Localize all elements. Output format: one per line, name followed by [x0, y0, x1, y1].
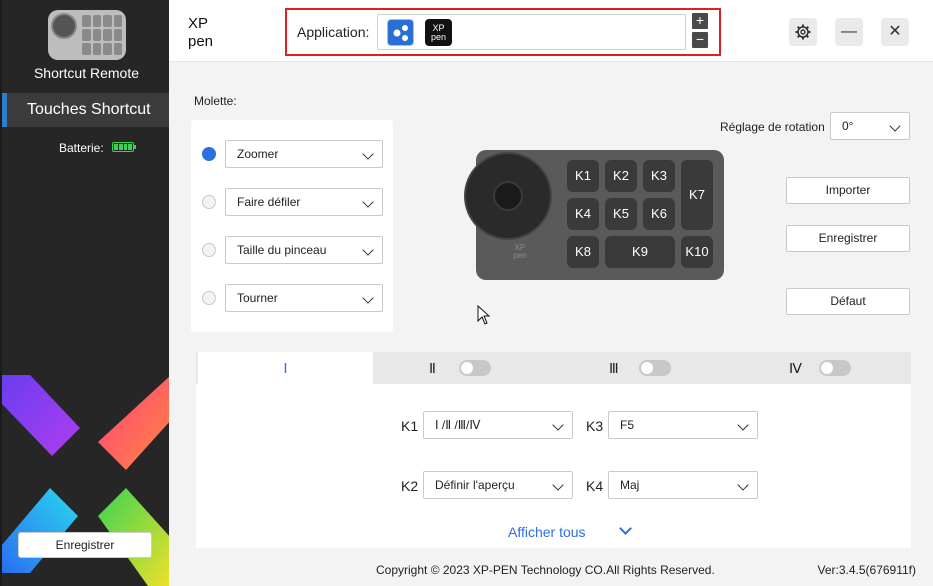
svg-text:pen: pen	[188, 33, 213, 49]
blue-app-icon[interactable]	[387, 19, 414, 46]
select-value: Maj	[620, 478, 640, 492]
chevron-down-icon	[552, 479, 564, 491]
remove-application-button[interactable]: −	[692, 32, 708, 48]
chevron-down-icon	[362, 292, 374, 304]
key-k1-select[interactable]: Ⅰ /Ⅱ /Ⅲ/Ⅳ	[423, 411, 573, 439]
chevron-down-icon	[737, 419, 749, 431]
chevron-down-icon	[889, 120, 901, 132]
device-name: Shortcut Remote	[33, 65, 140, 81]
tab-profile-2[interactable]: Ⅱ	[429, 352, 436, 384]
device-logo: XP pen	[513, 243, 527, 260]
device-illustration: XP pen K1 K2 K3 K4 K5 K6 K7 K8 K9 K10	[464, 150, 724, 280]
rotation-label: Réglage de rotation	[720, 120, 825, 134]
key-label-k4: K4	[586, 478, 604, 494]
svg-text:XP: XP	[188, 15, 208, 32]
wheel-options-panel: Zoomer Faire défiler Taille du pinceau T…	[191, 120, 393, 332]
import-button[interactable]: Importer	[786, 177, 910, 204]
chevron-down-icon	[362, 196, 374, 208]
key-settings-panel: K1 Ⅰ /Ⅱ /Ⅲ/Ⅳ K3 F5 K2 Définir l'aperçu K…	[196, 384, 911, 548]
application-list: XP pen	[377, 14, 686, 50]
battery-icon	[112, 142, 136, 152]
select-value: Taille du pinceau	[237, 243, 327, 257]
device-key-k7[interactable]: K7	[681, 160, 713, 230]
version-text: Ver:3.4.5(676911f)	[817, 563, 916, 577]
wheel-label: Molette:	[194, 94, 237, 108]
wheel-option-select[interactable]: Taille du pinceau	[225, 236, 383, 264]
profile-4-toggle[interactable]	[819, 360, 851, 376]
wheel-option-row: Taille du pinceau	[191, 236, 393, 264]
profile-3-toggle[interactable]	[639, 360, 671, 376]
battery-label: Batterie:	[59, 141, 104, 155]
select-value: Faire défiler	[237, 195, 301, 209]
application-label: Application:	[297, 24, 370, 40]
rotation-select[interactable]: 0°	[830, 112, 910, 140]
wheel-option-row: Zoomer	[191, 140, 393, 168]
tab-profile-1[interactable]: Ⅰ	[198, 352, 373, 384]
tab-profile-4[interactable]: Ⅳ	[789, 352, 802, 384]
profile-tabs: Ⅰ Ⅱ Ⅲ Ⅳ	[196, 352, 911, 384]
sidebar-item-shortcut-keys[interactable]: Touches Shortcut	[2, 93, 169, 127]
device-key-k2[interactable]: K2	[605, 160, 637, 192]
key-label-k1: K1	[401, 418, 419, 434]
xppen-app-icon[interactable]: XP pen	[425, 19, 452, 46]
wheel-option-select[interactable]: Tourner	[225, 284, 383, 312]
wheel-option-select[interactable]: Faire défiler	[225, 188, 383, 216]
chevron-down-icon	[362, 244, 374, 256]
device-key-k8[interactable]: K8	[567, 236, 599, 268]
device-thumbnail-dial	[51, 13, 77, 39]
sidebar: Shortcut Remote Touches Shortcut Batteri…	[0, 0, 169, 586]
key-k3-select[interactable]: F5	[608, 411, 758, 439]
device-thumbnail-keys	[82, 15, 122, 55]
device-key-k10[interactable]: K10	[681, 236, 713, 268]
mouse-cursor-icon	[477, 305, 491, 325]
chevron-down-icon	[362, 148, 374, 160]
select-value: 0°	[842, 119, 854, 133]
select-value: F5	[620, 418, 635, 432]
settings-button[interactable]	[789, 18, 817, 46]
chevron-down-icon	[552, 419, 564, 431]
tab-profile-3[interactable]: Ⅲ	[609, 352, 619, 384]
key-k4-select[interactable]: Maj	[608, 471, 758, 499]
device-thumbnail[interactable]	[48, 10, 126, 60]
key-k2-select[interactable]: Définir l'aperçu	[423, 471, 573, 499]
wheel-option-radio[interactable]	[202, 243, 216, 257]
device-key-k3[interactable]: K3	[643, 160, 675, 192]
select-value: Zoomer	[237, 147, 279, 161]
profile-2-toggle[interactable]	[459, 360, 491, 376]
gear-icon	[795, 24, 811, 40]
chevron-down-icon[interactable]	[619, 522, 632, 535]
close-button[interactable]: ✕	[881, 18, 909, 46]
chevron-down-icon	[737, 479, 749, 491]
wheel-option-radio[interactable]	[202, 195, 216, 209]
minimize-button[interactable]: —	[835, 18, 863, 46]
header: XP pen Application: XP pen + − — ✕	[169, 0, 933, 62]
select-value: Tourner	[237, 291, 278, 305]
key-label-k2: K2	[401, 478, 419, 494]
footer: Copyright © 2023 XP-PEN Technology CO.Al…	[169, 550, 933, 586]
sidebar-save-button[interactable]: Enregistrer	[18, 532, 152, 558]
xppen-logo-icon: XP pen	[188, 15, 213, 49]
device-key-k4[interactable]: K4	[567, 198, 599, 230]
wheel-option-row: Faire défiler	[191, 188, 393, 216]
select-value: Définir l'aperçu	[435, 478, 515, 492]
wheel-option-radio[interactable]	[202, 291, 216, 305]
application-bar: Application: XP pen + −	[285, 8, 721, 56]
wheel-option-radio[interactable]	[202, 147, 216, 161]
key-label-k3: K3	[586, 418, 604, 434]
device-key-k5[interactable]: K5	[605, 198, 637, 230]
save-button[interactable]: Enregistrer	[786, 225, 910, 252]
wheel-option-row: Tourner	[191, 284, 393, 312]
add-application-button[interactable]: +	[692, 13, 708, 29]
select-value: Ⅰ /Ⅱ /Ⅲ/Ⅳ	[435, 418, 481, 432]
device-dial[interactable]	[464, 152, 552, 240]
device-key-k6[interactable]: K6	[643, 198, 675, 230]
default-button[interactable]: Défaut	[786, 288, 910, 315]
device-key-k1[interactable]: K1	[567, 160, 599, 192]
copyright-text: Copyright © 2023 XP-PEN Technology CO.Al…	[376, 563, 715, 577]
wheel-option-select[interactable]: Zoomer	[225, 140, 383, 168]
main-panel: Molette: Zoomer Faire défiler Taille du …	[169, 62, 933, 550]
device-key-k9[interactable]: K9	[605, 236, 675, 268]
show-all-link[interactable]: Afficher tous	[508, 524, 586, 540]
